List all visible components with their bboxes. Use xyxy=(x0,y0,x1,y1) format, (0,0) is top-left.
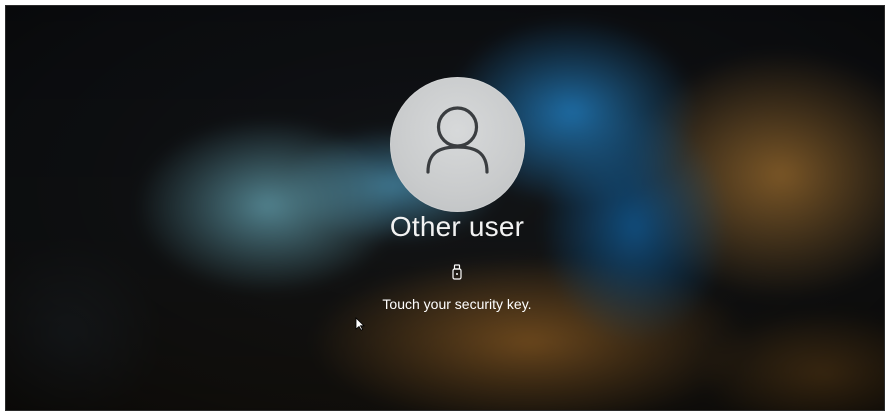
security-key-prompt: Touch your security key. xyxy=(382,296,532,312)
user-name: Other user xyxy=(389,211,525,242)
lock-screen: Other user Touch your security key. xyxy=(6,6,884,410)
mouse-pointer-icon xyxy=(355,317,365,331)
user-silhouette-icon xyxy=(426,106,489,174)
user-avatar[interactable] xyxy=(390,77,525,212)
sign-in-panel: Other user Touch your security key. xyxy=(6,6,884,410)
usb-security-key-icon xyxy=(452,264,462,280)
